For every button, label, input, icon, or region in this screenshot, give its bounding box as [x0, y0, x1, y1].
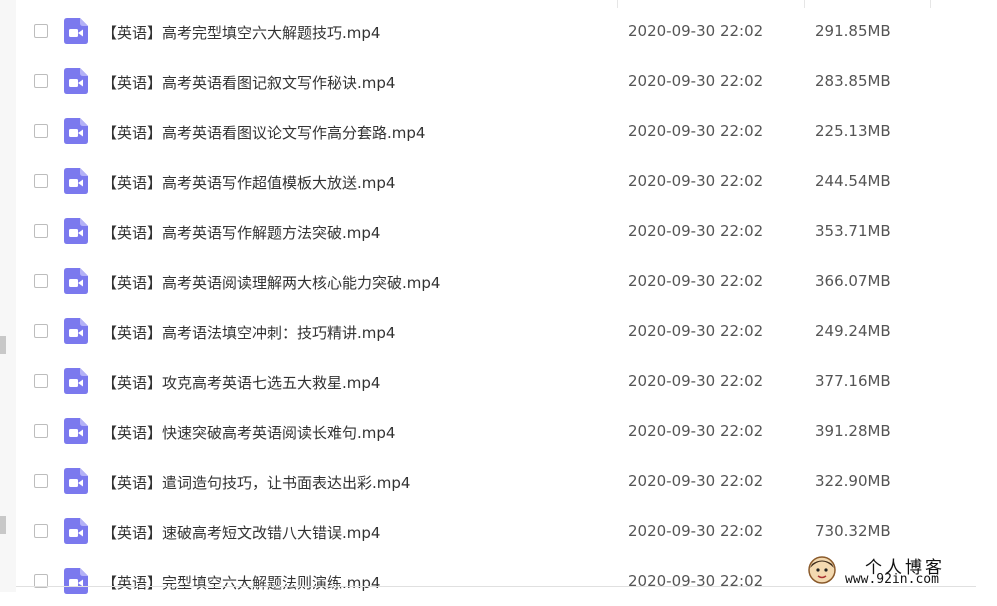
file-name[interactable]: 【英语】高考英语写作超值模板大放送.mp4: [102, 172, 395, 193]
file-name[interactable]: 【英语】高考英语看图记叙文写作秘诀.mp4: [102, 72, 395, 93]
left-panel-edge: [0, 0, 16, 592]
file-size: 377.16MB: [815, 372, 891, 390]
file-row[interactable]: 【英语】高考英语阅读理解两大核心能力突破.mp4 2020-09-30 22:0…: [16, 256, 997, 306]
file-modified-time: 2020-09-30 22:02: [628, 222, 764, 240]
row-checkbox[interactable]: [34, 174, 48, 188]
file-row[interactable]: 【英语】高考英语写作超值模板大放送.mp4 2020-09-30 22:02 2…: [16, 156, 997, 206]
file-name[interactable]: 【英语】快速突破高考英语阅读长难句.mp4: [102, 422, 395, 443]
file-name[interactable]: 【英语】遣词造句技巧，让书面表达出彩.mp4: [102, 472, 410, 493]
file-modified-time: 2020-09-30 22:02: [628, 272, 764, 290]
file-row[interactable]: 【英语】高考语法填空冲刺：技巧精讲.mp4 2020-09-30 22:02 2…: [16, 306, 997, 356]
file-name[interactable]: 【英语】高考完型填空六大解题技巧.mp4: [102, 22, 380, 43]
file-modified-time: 2020-09-30 22:02: [628, 72, 764, 90]
file-name[interactable]: 【英语】攻克高考英语七选五大救星.mp4: [102, 372, 380, 393]
file-size: 322.90MB: [815, 472, 891, 490]
panel-edge-marker: [0, 336, 6, 354]
file-row[interactable]: 【英语】攻克高考英语七选五大救星.mp4 2020-09-30 22:02 37…: [16, 356, 997, 406]
file-modified-time: 2020-09-30 22:02: [628, 122, 764, 140]
row-checkbox[interactable]: [34, 124, 48, 138]
row-checkbox[interactable]: [34, 424, 48, 438]
file-modified-time: 2020-09-30 22:02: [628, 422, 764, 440]
file-size: 244.54MB: [815, 172, 891, 190]
video-file-icon: [64, 518, 88, 544]
row-checkbox[interactable]: [34, 474, 48, 488]
row-checkbox[interactable]: [34, 374, 48, 388]
file-row[interactable]: 【英语】高考英语看图记叙文写作秘诀.mp4 2020-09-30 22:02 2…: [16, 56, 997, 106]
video-file-icon: [64, 18, 88, 44]
file-name[interactable]: 【英语】速破高考短文改错八大错误.mp4: [102, 522, 380, 543]
watermark: 个人博客 www.92in.com: [805, 553, 997, 592]
video-file-icon: [64, 68, 88, 94]
panel-edge-marker: [0, 516, 6, 534]
file-size: 730.32MB: [815, 522, 891, 540]
video-file-icon: [64, 318, 88, 344]
file-name[interactable]: 【英语】高考英语看图议论文写作高分套路.mp4: [102, 122, 425, 143]
row-checkbox[interactable]: [34, 224, 48, 238]
video-file-icon: [64, 168, 88, 194]
file-row[interactable]: 【英语】速破高考短文改错八大错误.mp4 2020-09-30 22:02 73…: [16, 506, 997, 556]
file-size: 249.24MB: [815, 322, 891, 340]
file-name[interactable]: 【英语】完型填空六大解题法则演练.mp4: [102, 572, 380, 593]
video-file-icon: [64, 418, 88, 444]
file-modified-time: 2020-09-30 22:02: [628, 322, 764, 340]
file-size: 391.28MB: [815, 422, 891, 440]
file-name[interactable]: 【英语】高考英语写作解题方法突破.mp4: [102, 222, 380, 243]
file-size: 283.85MB: [815, 72, 891, 90]
row-checkbox[interactable]: [34, 524, 48, 538]
video-file-icon: [64, 368, 88, 394]
file-modified-time: 2020-09-30 22:02: [628, 522, 764, 540]
avatar-icon: [807, 555, 837, 585]
video-file-icon: [64, 118, 88, 144]
row-checkbox[interactable]: [34, 324, 48, 338]
row-checkbox[interactable]: [34, 24, 48, 38]
video-file-icon: [64, 468, 88, 494]
watermark-url: www.92in.com: [845, 572, 939, 587]
file-size: 353.71MB: [815, 222, 891, 240]
file-modified-time: 2020-09-30 22:02: [628, 472, 764, 490]
video-file-icon: [64, 568, 88, 594]
video-file-icon: [64, 218, 88, 244]
file-size: 366.07MB: [815, 272, 891, 290]
file-modified-time: 2020-09-30 22:02: [628, 372, 764, 390]
file-row[interactable]: 【英语】高考英语看图议论文写作高分套路.mp4 2020-09-30 22:02…: [16, 106, 997, 156]
row-checkbox[interactable]: [34, 274, 48, 288]
row-checkbox[interactable]: [34, 74, 48, 88]
file-row[interactable]: 【英语】高考完型填空六大解题技巧.mp4 2020-09-30 22:02 29…: [16, 6, 997, 56]
file-name[interactable]: 【英语】高考英语阅读理解两大核心能力突破.mp4: [102, 272, 440, 293]
file-modified-time: 2020-09-30 22:02: [628, 22, 764, 40]
file-size: 225.13MB: [815, 122, 891, 140]
file-name[interactable]: 【英语】高考语法填空冲刺：技巧精讲.mp4: [102, 322, 395, 343]
file-modified-time: 2020-09-30 22:02: [628, 172, 764, 190]
file-modified-time: 2020-09-30 22:02: [628, 572, 764, 590]
file-row[interactable]: 【英语】遣词造句技巧，让书面表达出彩.mp4 2020-09-30 22:02 …: [16, 456, 997, 506]
file-size: 291.85MB: [815, 22, 891, 40]
file-list: 【英语】高考完型填空六大解题技巧.mp4 2020-09-30 22:02 29…: [16, 6, 997, 606]
video-file-icon: [64, 268, 88, 294]
file-row[interactable]: 【英语】高考英语写作解题方法突破.mp4 2020-09-30 22:02 35…: [16, 206, 997, 256]
file-row[interactable]: 【英语】快速突破高考英语阅读长难句.mp4 2020-09-30 22:02 3…: [16, 406, 997, 456]
